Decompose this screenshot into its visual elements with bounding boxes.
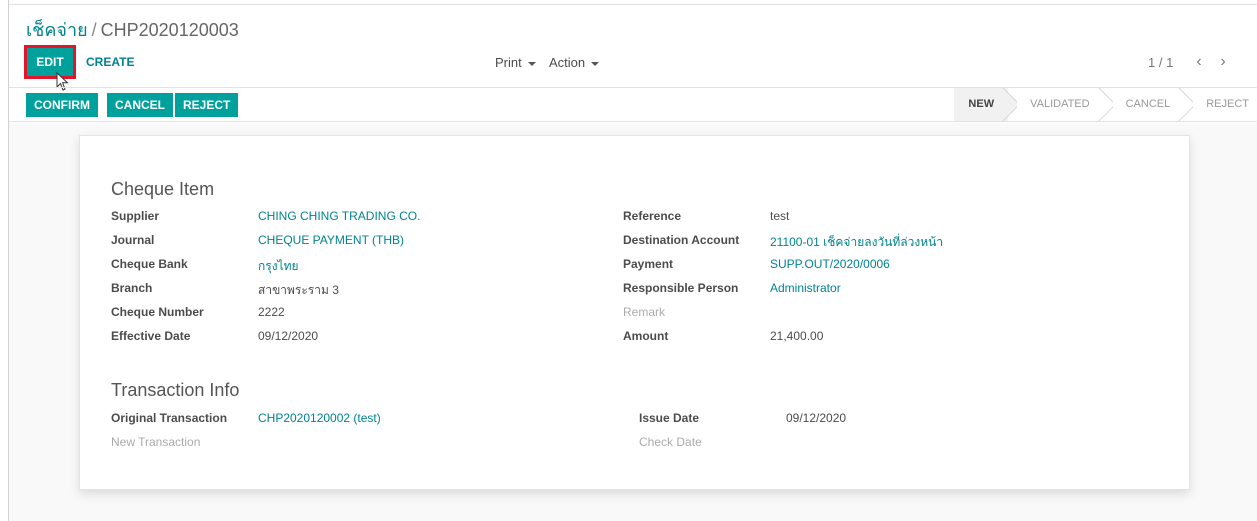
action-dropdown-label: Action [549, 55, 586, 70]
label-original-transaction: Original Transaction [111, 411, 228, 425]
value-amount: 21,400.00 [770, 329, 824, 343]
label-remark: Remark [623, 305, 666, 319]
breadcrumb: เช็คจ่าย / CHP2020120003 [26, 15, 239, 44]
stage-label: REJECT [1206, 98, 1249, 110]
stage-arrow [1095, 88, 1113, 121]
label-cheque-bank: Cheque Bank [111, 257, 188, 271]
stage-arrow [999, 88, 1017, 121]
label-new-transaction: New Transaction [111, 435, 201, 449]
stage-reject[interactable]: REJECT [1184, 88, 1257, 121]
reject-button[interactable]: REJECT [175, 93, 239, 117]
print-dropdown-label: Print [495, 55, 522, 70]
label-cheque-number: Cheque Number [111, 305, 204, 319]
label-supplier: Supplier [111, 209, 160, 223]
chevron-left-icon[interactable]: ‹ [1189, 50, 1209, 74]
print-dropdown[interactable]: Print [495, 55, 536, 70]
breadcrumb-parent-link[interactable]: เช็คจ่าย [26, 20, 88, 40]
label-amount: Amount [623, 329, 669, 343]
label-destination-account: Destination Account [623, 233, 740, 247]
stage-label: NEW [968, 98, 995, 110]
app-window: เช็คจ่าย / CHP2020120003 EDIT CREATE Print… [8, 0, 1257, 521]
caret-down-icon [527, 61, 536, 66]
label-issue-date: Issue Date [639, 411, 700, 425]
action-dropdown[interactable]: Action [549, 55, 600, 70]
create-button[interactable]: CREATE [82, 50, 138, 74]
stage-cancel[interactable]: CANCEL [1103, 88, 1185, 121]
statusbar: NEW VALIDATED CANCEL REJECT [954, 88, 1257, 121]
confirm-button[interactable]: CONFIRM [26, 93, 98, 117]
value-effective-date: 09/12/2020 [258, 329, 319, 343]
stage-arrow [1175, 88, 1193, 121]
value-destination-account[interactable]: 21100-01 เช็คจ่ายลงวันที่ล่วงหน้า [770, 233, 943, 252]
section-title-cheque-item: Cheque Item [111, 179, 215, 199]
label-responsible-person: Responsible Person [623, 281, 739, 295]
value-supplier[interactable]: CHING CHING TRADING CO. [258, 209, 420, 223]
label-branch: Branch [111, 281, 153, 295]
value-reference: test [770, 209, 790, 223]
value-journal[interactable]: CHEQUE PAYMENT (THB) [258, 233, 404, 247]
form-header: CONFIRM CANCEL REJECT NEW VALIDATED CANC… [9, 88, 1257, 122]
top-divider [9, 4, 1257, 5]
value-payment[interactable]: SUPP.OUT/2020/0006 [770, 257, 890, 271]
stage-label: VALIDATED [1030, 98, 1090, 110]
form-sheet: Cheque Item Supplier CHING CHING TRADING… [79, 135, 1190, 490]
caret-down-icon [591, 61, 600, 66]
label-reference: Reference [623, 209, 682, 223]
pager-value[interactable]: 1 / 1 [1148, 55, 1173, 70]
value-issue-date: 09/12/2020 [786, 411, 847, 425]
value-cheque-bank[interactable]: กรุงไทย [258, 257, 299, 276]
stage-validated[interactable]: VALIDATED [1008, 88, 1104, 121]
breadcrumb-separator: / [91, 20, 97, 40]
value-branch: สาขาพระราม 3 [258, 283, 339, 297]
value-original-transaction[interactable]: CHP2020120002 (test) [258, 411, 381, 425]
breadcrumb-current: CHP2020120003 [100, 20, 239, 40]
section-title-transaction-info: Transaction Info [111, 380, 240, 400]
stage-label: CANCEL [1125, 98, 1171, 110]
cancel-button[interactable]: CANCEL [107, 93, 173, 117]
label-journal: Journal [111, 233, 155, 247]
label-effective-date: Effective Date [111, 329, 191, 343]
chevron-right-icon[interactable]: › [1213, 50, 1233, 74]
label-check-date: Check Date [639, 435, 702, 449]
stage-new[interactable]: NEW [954, 88, 1009, 121]
value-responsible-person[interactable]: Administrator [770, 281, 841, 295]
value-cheque-number: 2222 [258, 305, 285, 319]
label-payment: Payment [623, 257, 674, 271]
